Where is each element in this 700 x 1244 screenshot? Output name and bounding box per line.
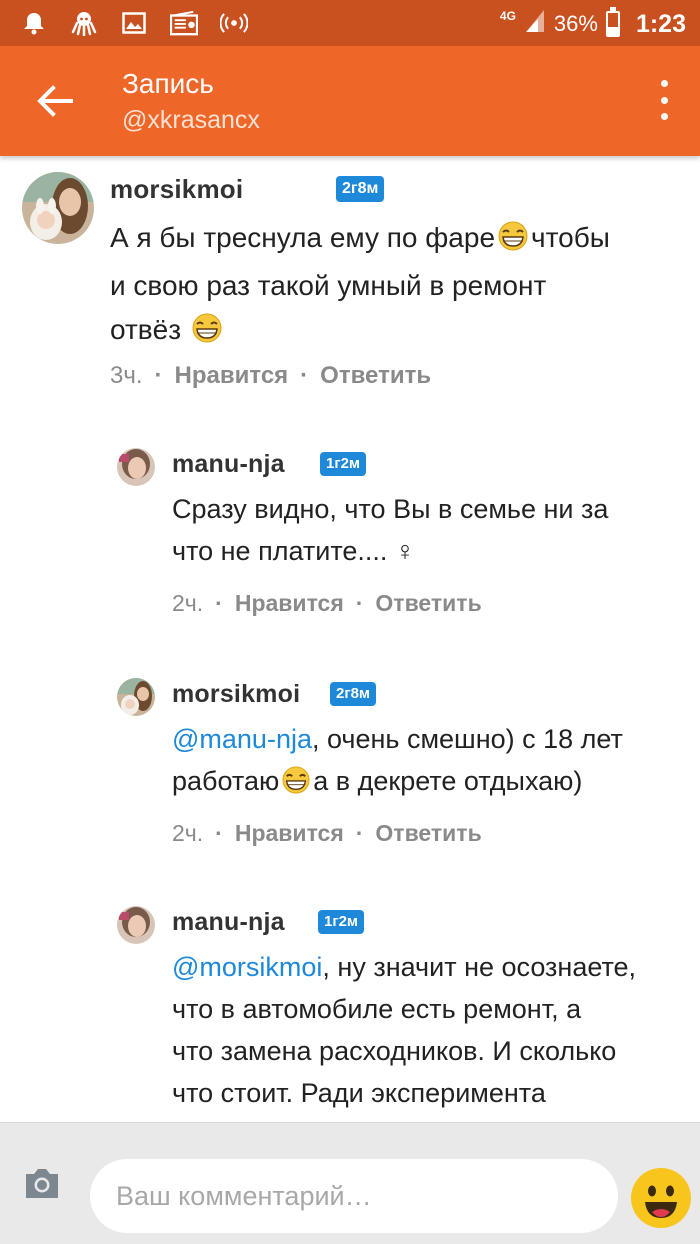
comment-author[interactable]: manu-nja: [172, 908, 285, 937]
comment: morsikmoi 2г8м @manu-nja, очень смешно) …: [0, 674, 700, 854]
back-button[interactable]: [30, 76, 80, 126]
comment-text: @manu-nja, очень смешно) с 18 лет работа…: [172, 718, 692, 806]
comment: manu-nja 1г2м Сразу видно, что Вы в семь…: [0, 444, 700, 624]
membership-badge: 1г2м: [320, 452, 367, 476]
comment-time: 2ч.: [172, 590, 204, 616]
battery-icon: [605, 7, 620, 37]
like-button[interactable]: Нравится: [175, 362, 289, 390]
comment-time: 3ч.: [110, 362, 143, 389]
like-button[interactable]: Нравится: [235, 590, 344, 617]
like-button[interactable]: Нравится: [235, 820, 344, 847]
comment-text: Сразу видно, что Вы в семье ни за что не…: [172, 494, 609, 566]
membership-badge: 2г8м: [330, 682, 377, 706]
comment-text: А я бы треснула ему по фаре чтобы и свою …: [110, 216, 690, 356]
comment: manu-nja 1г2м @morsikmoi, ну значит не о…: [0, 902, 700, 1122]
grin-emoji-icon: [495, 220, 531, 264]
comment-meta: 2ч. · Нравится · Ответить: [172, 820, 482, 847]
emoji-button[interactable]: [630, 1167, 692, 1229]
avatar[interactable]: [117, 448, 155, 486]
clock: 1:23: [635, 9, 686, 38]
comment-meta: 2ч. · Нравится · Ответить: [172, 590, 482, 617]
membership-badge: 1г2м: [318, 910, 365, 934]
radio-icon: [170, 9, 198, 37]
comment-time: 2ч.: [172, 820, 204, 846]
smiley-icon: [631, 1168, 691, 1228]
comments-feed[interactable]: morsikmoi 2г8м А я бы треснула ему по фа…: [0, 156, 700, 1122]
camera-button[interactable]: [20, 1161, 64, 1205]
comment-author[interactable]: morsikmoi: [110, 174, 243, 205]
page-subtitle[interactable]: @xkrasancx: [122, 106, 260, 135]
camera-icon: [26, 1169, 58, 1198]
avatar[interactable]: [117, 906, 155, 944]
comment-author[interactable]: morsikmoi: [172, 680, 300, 709]
reply-button[interactable]: Ответить: [375, 590, 481, 617]
bell-icon: [20, 9, 48, 37]
octopus-icon: [70, 9, 98, 37]
avatar[interactable]: [117, 678, 155, 716]
comment-input[interactable]: [90, 1159, 618, 1233]
page-title: Запись: [122, 68, 214, 99]
comment-composer: [0, 1122, 700, 1244]
battery-percent: 36%: [553, 11, 598, 36]
status-bar: 4G 36% 1:23: [0, 0, 700, 46]
comment-meta: 3ч. · Нравится · Ответить: [110, 362, 432, 390]
comment-author[interactable]: manu-nja: [172, 450, 285, 479]
more-vert-icon: [660, 80, 668, 87]
more-menu-button[interactable]: [654, 80, 674, 120]
broadcast-icon: [220, 9, 248, 37]
comment: morsikmoi 2г8м А я бы треснула ему по фа…: [0, 156, 700, 406]
membership-badge: 2г8м: [336, 176, 385, 202]
app-toolbar: Запись @xkrasancx: [0, 46, 700, 156]
grin-emoji-icon: [279, 764, 313, 806]
comment-text: @morsikmoi, ну значит не осознаете, что …: [172, 952, 637, 1122]
grin-emoji-icon: [189, 312, 225, 356]
reply-button[interactable]: Ответить: [375, 820, 481, 847]
mention-link[interactable]: @manu-nja: [172, 724, 312, 754]
network-type: 4G: [499, 9, 516, 23]
arrow-left-icon: [37, 85, 73, 117]
signal-icon: [524, 8, 546, 40]
avatar[interactable]: [22, 172, 94, 244]
reply-button[interactable]: Ответить: [320, 362, 431, 390]
image-icon: [120, 9, 148, 37]
mention-link[interactable]: @morsikmoi: [172, 952, 322, 982]
